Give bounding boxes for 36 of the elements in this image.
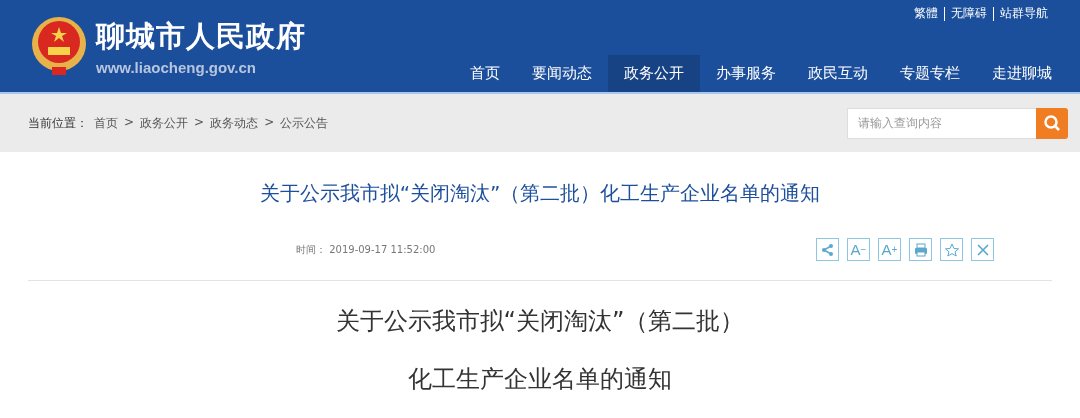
emblem-icon <box>30 15 88 77</box>
nav-item[interactable]: 办事服务 <box>700 55 792 92</box>
breadcrumb-separator: > <box>124 114 135 131</box>
nav-item[interactable]: 首页 <box>454 55 516 92</box>
top-link[interactable]: 繁體 <box>914 5 938 22</box>
breadcrumb-link[interactable]: 公示公告 <box>280 114 329 132</box>
breadcrumb-separator: > <box>194 114 205 131</box>
close-icon <box>974 241 991 258</box>
share-button[interactable] <box>816 238 839 261</box>
body-heading: 化工生产企业名单的通知 <box>407 364 673 395</box>
top-link[interactable]: 站群导航 <box>1000 5 1048 22</box>
breadcrumb-separator: > <box>264 114 275 131</box>
body-heading: 关于公示我市拟“关闭淘汰”（第二批） <box>334 306 746 337</box>
nav-item[interactable]: 走进聊城 <box>976 55 1068 92</box>
search-button[interactable] <box>1036 107 1068 139</box>
search-field[interactable]: 请输入查询内容 <box>847 107 1036 139</box>
nav-item[interactable]: 专题专栏 <box>884 55 976 92</box>
article-title: 关于公示我市拟“关闭淘汰”（第二批）化工生产企业名单的通知 <box>258 180 822 207</box>
nav-item[interactable]: 政务公开 <box>608 55 700 92</box>
breadcrumb-link[interactable]: 首页 <box>94 114 118 132</box>
share-icon <box>819 241 836 258</box>
favorite-button[interactable] <box>940 238 963 261</box>
nav-item[interactable]: 要闻动态 <box>516 55 608 92</box>
printer-icon <box>912 241 929 258</box>
search-icon <box>1043 114 1061 132</box>
nav-item[interactable]: 政民互动 <box>792 55 884 92</box>
breadcrumb-label: 当前位置： <box>28 114 88 132</box>
close-button[interactable] <box>971 238 994 261</box>
publish-time: 时间： 2019-09-17 11:52:00 <box>296 242 436 257</box>
breadcrumb-link[interactable]: 政务公开 <box>140 114 189 132</box>
star-icon <box>943 241 960 258</box>
breadcrumb-link[interactable]: 政务动态 <box>210 114 259 132</box>
site-name: 聊城市人民政府 <box>96 17 306 55</box>
top-link[interactable]: 无障碍 <box>951 5 987 22</box>
print-button[interactable] <box>909 238 932 261</box>
site-url: www.liaocheng.gov.cn <box>96 58 258 76</box>
